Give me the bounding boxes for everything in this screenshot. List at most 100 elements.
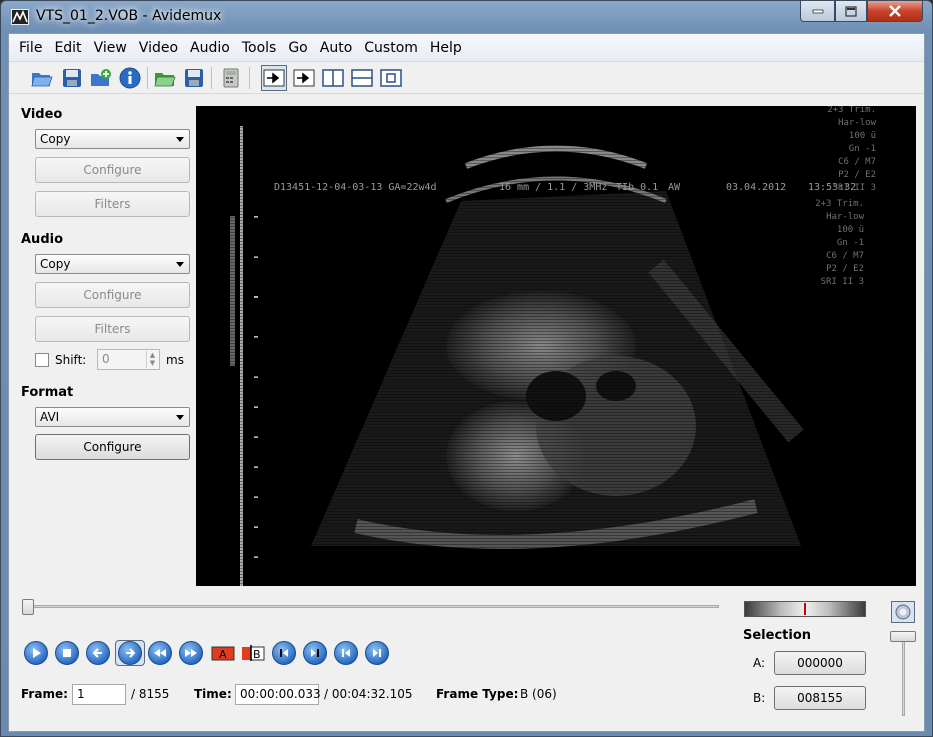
menu-auto[interactable]: Auto [314,40,359,56]
overlay-right-2-line-7: SRI II 3 [821,277,864,287]
left-settings-panel: Video Copy Configure Filters Audio Copy … [9,95,199,595]
video-section-label: Video [21,107,63,122]
shift-unit-label: ms [166,353,184,367]
frame-label: Frame: [21,687,68,701]
frame-type-label: Frame Type: [436,687,519,701]
video-codec-value: Copy [40,132,71,146]
shift-checkbox[interactable] [35,353,49,367]
selection-b-label: B: [753,691,766,705]
side-by-side-view-icon[interactable] [320,65,346,91]
menu-go[interactable]: Go [282,40,313,56]
toolbar-separator [211,67,212,89]
menu-edit[interactable]: Edit [48,40,87,56]
goto-end-button[interactable] [365,641,389,665]
overlay-right-1-line-5: C6 / M7 [838,157,876,167]
info-icon[interactable] [117,65,143,91]
client-area: File Edit View Video Audio Tools Go Auto… [8,33,925,732]
picture-in-picture-view-icon[interactable] [378,65,404,91]
next-keyframe-button[interactable] [179,641,203,665]
format-configure-button[interactable]: Configure [35,434,190,460]
shift-value: 0 [102,352,110,366]
stop-button[interactable] [55,641,79,665]
calculator-icon[interactable] [218,65,244,91]
video-filters-button[interactable]: Filters [35,191,190,217]
save-icon[interactable] [59,65,85,91]
selection-b-button[interactable]: 008155 [774,686,866,710]
time-input[interactable]: 00:00:00.033 [235,684,321,705]
menu-help[interactable]: Help [424,40,468,56]
set-marker-a-button[interactable]: A [211,641,235,665]
ultrasound-frame-image: D13451-12-04-03-13 GA=22w4d 16 mm / 1.1 … [196,106,916,586]
play-button[interactable] [24,641,48,665]
overlay-aw-text: AW [668,182,681,193]
toolbar-separator [147,67,148,89]
open-project-icon[interactable] [152,65,178,91]
menu-view[interactable]: View [88,40,133,56]
top-bottom-view-icon[interactable] [349,65,375,91]
selection-label: Selection [743,628,812,643]
format-container-value: AVI [40,410,60,424]
overlay-right-1-line-4: Gn -1 [849,144,876,154]
title-bar[interactable]: VTS_01_2.VOB - Avidemux [1,1,932,33]
menu-custom[interactable]: Custom [358,40,424,56]
audio-codec-value: Copy [40,257,71,271]
selection-a-label: A: [753,656,766,670]
video-configure-button[interactable]: Configure [35,157,190,183]
seek-slider-thumb[interactable] [22,599,34,615]
minimize-button[interactable] [800,1,835,22]
volume-icon[interactable] [891,601,915,623]
overlay-header-text: D13451-12-04-03-13 GA=22w4d [274,182,437,193]
format-container-select[interactable]: AVI [35,407,190,427]
spin-arrows-icon[interactable]: ▲ ▼ [146,351,158,368]
avidemux-app-icon [11,9,29,25]
close-button[interactable] [867,1,923,22]
overlay-right-1-line-7: SRI II 3 [833,183,876,193]
menu-tools[interactable]: Tools [236,40,283,56]
audio-filters-button[interactable]: Filters [35,316,190,342]
shift-spinbox[interactable]: 0 ▲ ▼ [97,349,160,370]
folder-open-icon[interactable] [29,65,55,91]
set-marker-b-button[interactable]: B [241,641,265,665]
overlay-right-1-line-1: 2+3 Trim. [827,106,876,115]
overlay-right-1-line-2: Har-low [838,118,877,128]
overlay-right-1-line-6: P2 / E2 [838,170,876,180]
time-total: / 00:04:32.105 [324,687,413,701]
input-view-icon[interactable] [261,65,287,91]
volume-slider-thumb[interactable] [890,631,916,642]
video-codec-select[interactable]: Copy [35,129,190,149]
overlay-ti-text: TIb 0.1 [616,182,658,193]
dropdown-arrow-icon [176,415,184,420]
toolbar [9,62,924,94]
goto-start-button[interactable] [334,641,358,665]
goto-marker-a-button[interactable] [272,641,296,665]
overlay-right-2-line-2: Har-low [826,212,865,222]
menu-video[interactable]: Video [133,40,184,56]
menu-file[interactable]: File [13,40,48,56]
jog-marker [804,603,806,615]
volume-slider-track[interactable] [902,634,905,716]
frame-number-input[interactable]: 1 [72,684,126,705]
audio-codec-select[interactable]: Copy [35,254,190,274]
selection-a-button[interactable]: 000000 [774,651,866,675]
overlay-probe-text: 16 mm / 1.1 / 3MHz [499,182,607,193]
goto-marker-b-button[interactable] [303,641,327,665]
app-window: VTS_01_2.VOB - Avidemux File Edit View V… [0,0,933,737]
save-project-icon[interactable] [181,65,207,91]
previous-frame-button[interactable] [86,641,110,665]
maximize-button[interactable] [835,1,867,22]
next-arrow-icon [118,641,142,665]
seek-slider-track[interactable] [27,605,719,608]
toolbar-separator [249,67,250,89]
menu-audio[interactable]: Audio [184,40,236,56]
jog-shuttle[interactable] [744,601,866,617]
window-title: VTS_01_2.VOB - Avidemux [36,8,222,24]
append-icon[interactable] [88,65,114,91]
overlay-date-text: 03.04.2012 [726,182,786,193]
dropdown-arrow-icon [176,262,184,267]
next-frame-button[interactable] [115,640,145,666]
overlay-right-2-line-6: P2 / E2 [826,264,864,274]
audio-configure-button[interactable]: Configure [35,282,190,308]
previous-keyframe-button[interactable] [148,641,172,665]
output-view-icon[interactable] [291,65,317,91]
frame-type-value: B (06) [520,687,557,701]
